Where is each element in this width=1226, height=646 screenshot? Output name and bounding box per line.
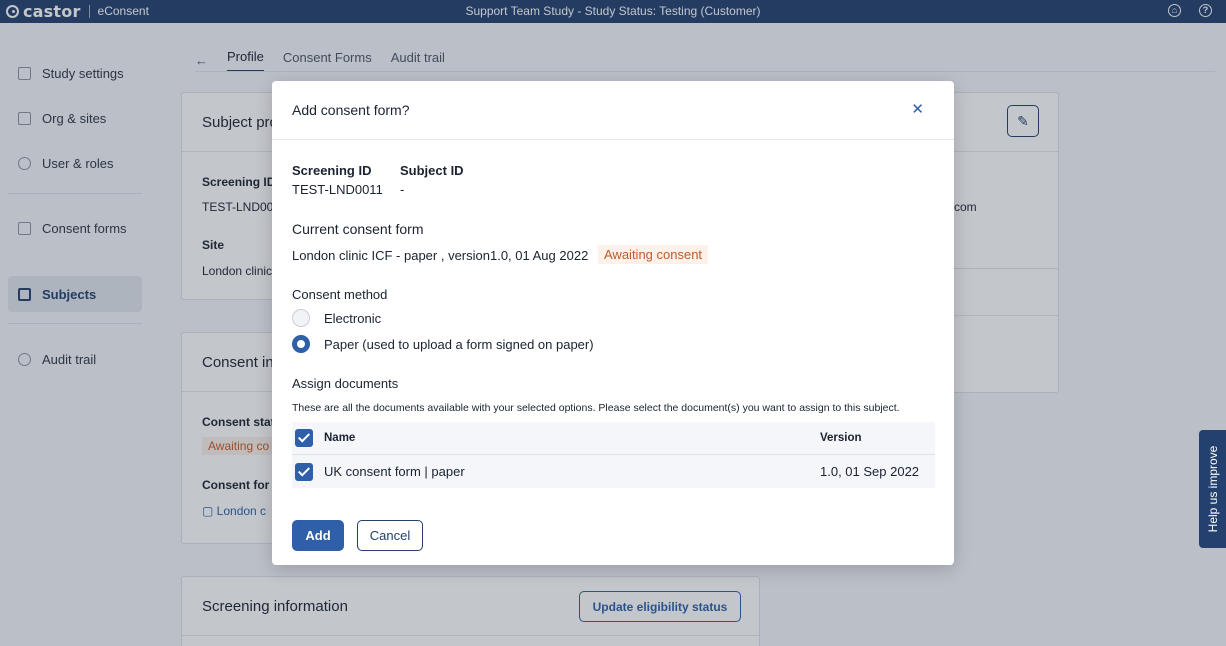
add-consent-form-dialog: Add consent form? ✕ Screening ID TEST-LN… (272, 81, 954, 565)
radio-paper-label: Paper (used to upload a form signed on p… (324, 337, 594, 352)
current-form-text: London clinic ICF - paper , version1.0, … (292, 248, 589, 263)
subject-id-label: Subject ID (400, 163, 464, 178)
radio-paper[interactable] (292, 335, 310, 353)
current-form-heading: Current consent form (292, 221, 424, 237)
radio-electronic[interactable] (292, 309, 310, 327)
dialog-header: Add consent form? ✕ (272, 81, 954, 140)
document-version: 1.0, 01 Sep 2022 (820, 464, 920, 479)
select-all-checkbox[interactable] (295, 429, 313, 447)
help-us-improve-tab[interactable]: Help us improve (1199, 430, 1226, 548)
cancel-button[interactable]: Cancel (357, 520, 423, 551)
column-name: Name (324, 432, 356, 444)
dialog-title: Add consent form? (292, 102, 410, 118)
screening-id-label: Screening ID (292, 163, 372, 178)
subject-id-value: - (400, 182, 405, 197)
document-name: UK consent form | paper (324, 464, 465, 479)
documents-table-header: Name Version (292, 422, 935, 455)
add-button[interactable]: Add (292, 520, 344, 551)
screening-id-value: TEST-LND0011 (292, 182, 383, 197)
assign-documents-hint: These are all the documents available wi… (292, 402, 900, 414)
status-badge: Awaiting consent (598, 245, 709, 264)
close-icon[interactable]: ✕ (911, 100, 924, 118)
help-tab-label: Help us improve (1205, 445, 1220, 533)
assign-documents-heading: Assign documents (292, 376, 399, 391)
table-row[interactable]: UK consent form | paper 1.0, 01 Sep 2022 (292, 455, 935, 488)
radio-electronic-label: Electronic (324, 311, 382, 326)
column-version: Version (820, 432, 862, 444)
consent-method-heading: Consent method (292, 287, 388, 302)
row-checkbox[interactable] (295, 463, 313, 481)
